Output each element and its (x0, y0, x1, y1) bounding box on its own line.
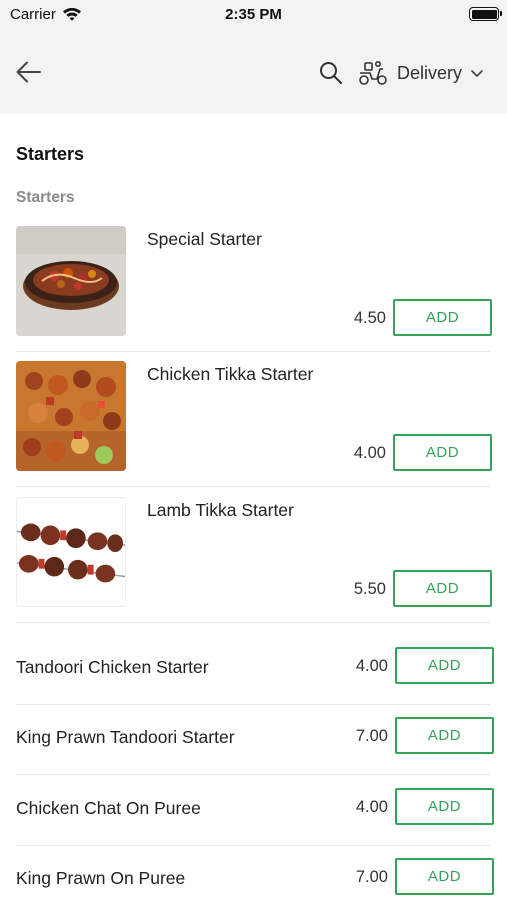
scooter-icon (359, 60, 387, 85)
item-price: 7.00 (355, 868, 388, 886)
item-name: King Prawn Tandoori Starter (16, 727, 235, 747)
add-button[interactable]: ADD (393, 570, 492, 607)
menu-item[interactable]: Special Starter 4.50 ADD (16, 226, 492, 352)
item-image (16, 361, 126, 471)
menu-item[interactable]: Chicken Tikka Starter 4.00 ADD (16, 361, 492, 487)
item-name: Tandoori Chicken Starter (16, 657, 209, 677)
item-image (16, 497, 126, 607)
chevron-down-icon (471, 70, 483, 77)
item-name: Chicken Tikka Starter (147, 364, 314, 384)
add-button[interactable]: ADD (395, 858, 494, 895)
divider (16, 486, 490, 487)
nav-bar: Delivery (0, 30, 507, 114)
menu-item[interactable]: King Prawn On Puree 7.00 ADD (16, 846, 494, 900)
item-price: 4.00 (355, 657, 388, 675)
search-icon (320, 62, 342, 84)
item-name: Chicken Chat On Puree (16, 798, 201, 818)
battery-icon (469, 7, 502, 21)
clock-time: 2:35 PM (225, 6, 282, 23)
arrow-left-icon (16, 61, 41, 83)
add-button[interactable]: ADD (393, 299, 492, 336)
divider (16, 622, 490, 623)
item-image (16, 226, 126, 336)
item-price: 4.50 (353, 309, 386, 327)
add-button[interactable]: ADD (395, 647, 494, 684)
status-bar: Carrier 2:35 PM (0, 0, 507, 30)
menu-item[interactable]: King Prawn Tandoori Starter 7.00 ADD (16, 705, 494, 775)
delivery-mode-selector[interactable]: Delivery (358, 58, 483, 88)
divider (16, 774, 490, 775)
divider (16, 351, 490, 352)
item-price: 5.50 (353, 580, 386, 598)
item-name: King Prawn On Puree (16, 868, 186, 888)
item-name: Special Starter (147, 229, 262, 249)
delivery-label: Delivery (397, 62, 463, 83)
menu-item[interactable]: Tandoori Chicken Starter 4.00 ADD (16, 635, 494, 705)
back-button[interactable] (12, 56, 46, 88)
item-price: 4.00 (355, 798, 388, 816)
item-price: 4.00 (353, 444, 386, 462)
menu-item[interactable]: Lamb Tikka Starter 5.50 ADD (16, 497, 492, 623)
add-button[interactable]: ADD (395, 717, 494, 754)
add-button[interactable]: ADD (395, 788, 494, 825)
category-title: Starters (16, 144, 85, 164)
search-button[interactable] (318, 60, 344, 86)
add-button[interactable]: ADD (393, 434, 492, 471)
item-name: Lamb Tikka Starter (147, 500, 294, 520)
subcategory-title: Starters (16, 189, 75, 206)
menu-item[interactable]: Chicken Chat On Puree 4.00 ADD (16, 776, 494, 846)
item-price: 7.00 (355, 727, 388, 745)
